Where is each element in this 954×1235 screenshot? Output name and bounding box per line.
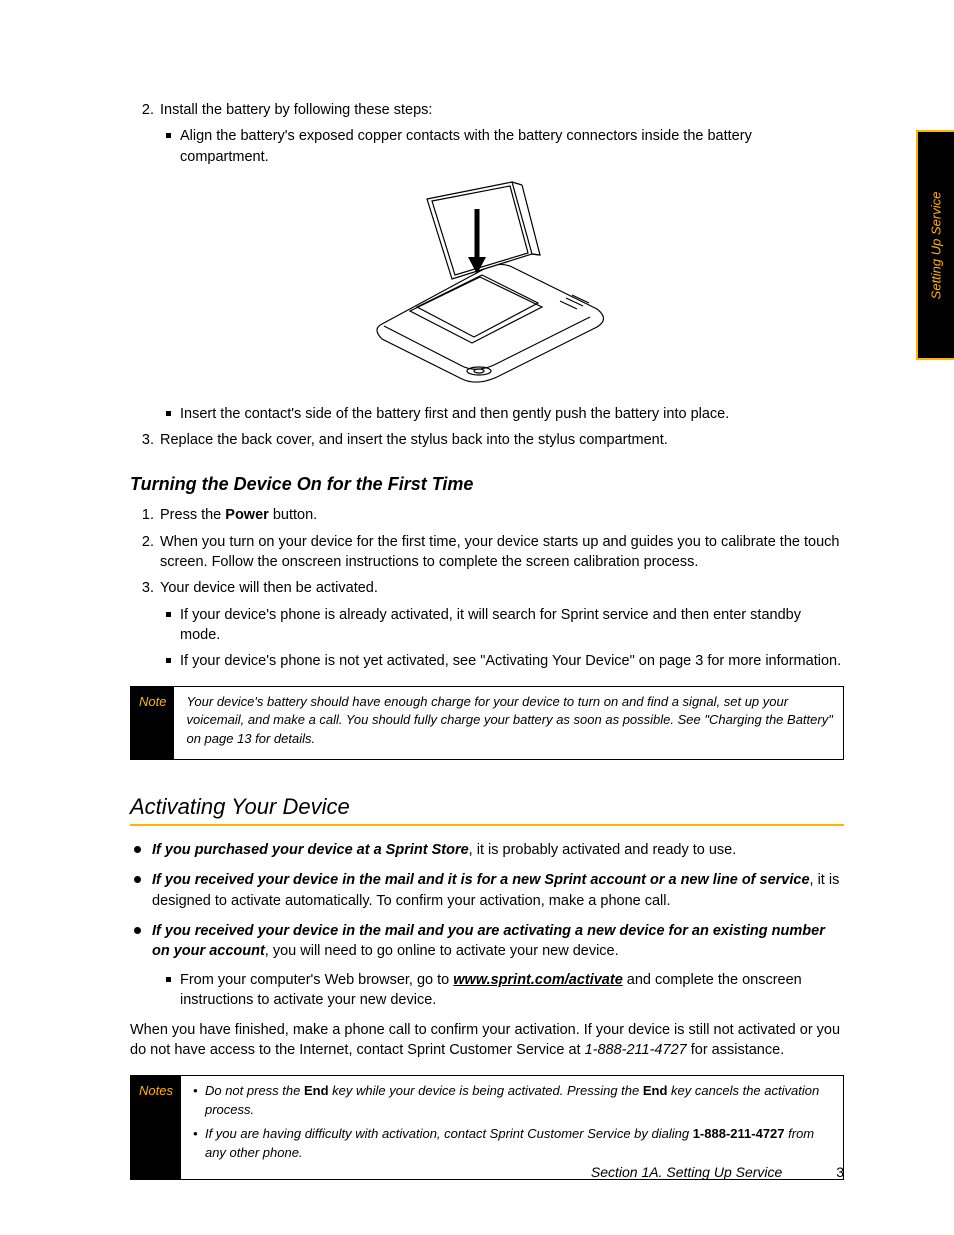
step-text: Press the Power button.: [160, 505, 844, 525]
note-battery-charge: Note Your device's battery should have e…: [130, 686, 844, 761]
support-phone: 1-888-211-4727: [693, 1126, 785, 1141]
device-icon: [362, 179, 612, 384]
step-number: 2.: [130, 100, 160, 120]
t3-sub-a: If your device's phone is already activa…: [166, 605, 844, 646]
heading-activating: Activating Your Device: [130, 794, 844, 820]
lead-in: If you purchased your device at a Sprint…: [152, 842, 469, 858]
step-text: When you turn on your device for the fir…: [160, 532, 844, 573]
text-part: From your computer's Web browser, go to: [180, 972, 453, 988]
step-2-bullet-b: Insert the contact's side of the battery…: [166, 404, 844, 424]
footer-section: Section 1A. Setting Up Service: [591, 1164, 782, 1180]
step-number: 1.: [130, 505, 160, 525]
heading-turn-on: Turning the Device On for the First Time: [130, 474, 844, 495]
notes2-item-a: Do not press the End key while your devi…: [193, 1082, 833, 1120]
end-key: End: [643, 1083, 668, 1098]
text-part: , you will need to go online to activate…: [265, 943, 619, 959]
step-2-bullet-a: Align the battery's exposed copper conta…: [166, 126, 844, 167]
install-steps-list: 2. Install the battery by following thes…: [130, 100, 844, 120]
note-body: Your device's battery should have enough…: [174, 687, 843, 760]
note-label: Note: [131, 687, 174, 760]
section-tab-label: Setting Up Service: [929, 191, 944, 299]
step-3-list: 3. Replace the back cover, and insert th…: [130, 430, 844, 450]
turn-on-step-2: 2. When you turn on your device for the …: [130, 532, 844, 573]
activation-sub-bullet: From your computer's Web browser, go to …: [166, 970, 844, 1011]
battery-illustration: [130, 179, 844, 384]
text-part: button.: [269, 507, 317, 523]
end-key: End: [304, 1083, 329, 1098]
heading-rule: [130, 824, 844, 826]
text-part: Press the: [160, 507, 225, 523]
section-tab: Setting Up Service: [916, 130, 954, 360]
step-2-sublist-b: Insert the contact's side of the battery…: [166, 404, 844, 424]
activation-url[interactable]: www.sprint.com/activate: [453, 972, 622, 988]
step-text: Replace the back cover, and insert the s…: [160, 430, 844, 450]
text-part: for assistance.: [687, 1042, 785, 1058]
finished-paragraph: When you have finished, make a phone cal…: [130, 1020, 844, 1061]
lead-in: If you received your device in the mail …: [152, 872, 810, 888]
support-phone: 1-888-211-4727: [585, 1042, 687, 1058]
activation-item-3-sub: From your computer's Web browser, go to …: [166, 970, 844, 1011]
turn-on-step-3-sublist: If your device's phone is already activa…: [166, 605, 844, 672]
turn-on-step-3: 3. Your device will then be activated.: [130, 578, 844, 598]
activation-item-2: If you received your device in the mail …: [130, 870, 844, 911]
t3-sub-b: If your device's phone is not yet activa…: [166, 651, 844, 671]
activation-item-1: If you purchased your device at a Sprint…: [130, 840, 844, 860]
text-part: Do not press the: [205, 1083, 304, 1098]
text-part: If you are having difficulty with activa…: [205, 1126, 693, 1141]
note-label: Notes: [131, 1076, 181, 1179]
text-part: , it is probably activated and ready to …: [469, 842, 737, 858]
page-number: 3: [836, 1164, 844, 1180]
step-2: 2. Install the battery by following thes…: [130, 100, 844, 120]
document-page: Setting Up Service 2. Install the batter…: [0, 0, 954, 1235]
notes2-item-b: If you are having difficulty with activa…: [193, 1125, 833, 1163]
power-label: Power: [225, 507, 269, 523]
step-text: Install the battery by following these s…: [160, 100, 844, 120]
page-footer: Section 1A. Setting Up Service 3: [591, 1164, 844, 1180]
activation-list: If you purchased your device at a Sprint…: [130, 840, 844, 1010]
turn-on-step-1: 1. Press the Power button.: [130, 505, 844, 525]
turn-on-steps: 1. Press the Power button. 2. When you t…: [130, 505, 844, 598]
step-3: 3. Replace the back cover, and insert th…: [130, 430, 844, 450]
step-text: Your device will then be activated.: [160, 578, 844, 598]
text-part: key while your device is being activated…: [329, 1083, 643, 1098]
step-number: 3.: [130, 430, 160, 450]
activation-item-3: If you received your device in the mail …: [130, 921, 844, 1010]
step-number: 2.: [130, 532, 160, 573]
step-number: 3.: [130, 578, 160, 598]
step-2-sublist: Align the battery's exposed copper conta…: [166, 126, 844, 167]
